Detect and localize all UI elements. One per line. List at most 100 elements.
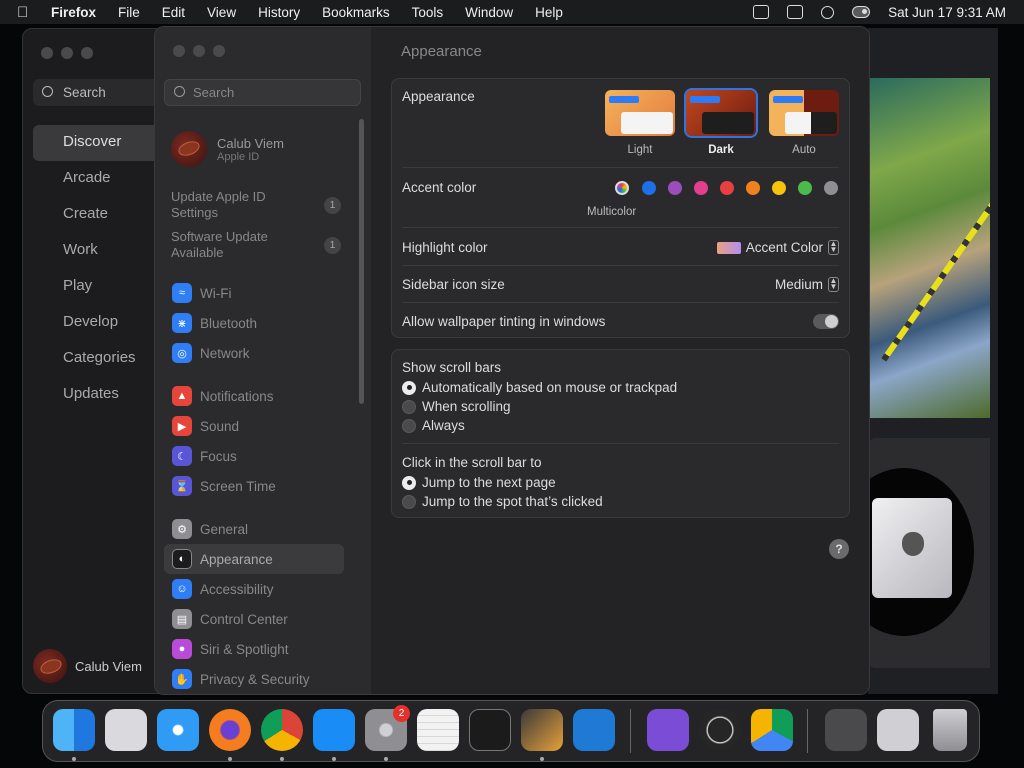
accent-multicolor-swatch[interactable] xyxy=(615,181,629,195)
menu-history[interactable]: History xyxy=(258,5,300,20)
apple-menu-icon[interactable]:  xyxy=(17,4,35,21)
sidebar-item-control-center[interactable]: ▤ Control Center xyxy=(164,604,344,634)
launchpad-icon[interactable] xyxy=(105,709,147,751)
menu-clock[interactable]: Sat Jun 17 9:31 AM xyxy=(888,5,1006,20)
finder-icon[interactable] xyxy=(53,709,95,751)
sidebar-item-general[interactable]: ⚙ General xyxy=(164,514,344,544)
minimize-button[interactable] xyxy=(193,45,205,57)
sidebar-item-bluetooth[interactable]: ⋇ Bluetooth xyxy=(164,308,344,338)
click-option-next-page[interactable]: Jump to the next page xyxy=(402,475,556,490)
minimized-window-1[interactable] xyxy=(825,709,867,751)
google-drive-icon[interactable] xyxy=(751,709,793,751)
click-option-spot-clicked[interactable]: Jump to the spot that’s clicked xyxy=(402,494,603,509)
accent-orange-swatch[interactable] xyxy=(746,181,760,195)
accent-purple-swatch[interactable] xyxy=(668,181,682,195)
highlight-color-popup[interactable]: Accent Color ▲ ▼ xyxy=(716,239,839,255)
sidebar-item-label: General xyxy=(200,521,249,537)
firefox-icon[interactable] xyxy=(209,709,251,751)
divider xyxy=(402,227,839,228)
chevron-up-down-icon: ▲ ▼ xyxy=(828,239,839,255)
avatar xyxy=(171,131,207,167)
screen-recording-icon[interactable] xyxy=(753,5,770,19)
accent-graphite-swatch[interactable] xyxy=(824,181,838,195)
scroll-option-automatic[interactable]: Automatically based on mouse or trackpad xyxy=(402,380,677,395)
close-button[interactable] xyxy=(173,45,185,57)
thumbnail-bar xyxy=(690,96,720,103)
window-controls xyxy=(173,45,225,57)
zoom-button[interactable] xyxy=(81,47,93,59)
sidebar-item-appearance[interactable]: ◐ Appearance xyxy=(164,544,344,574)
display-icon[interactable] xyxy=(787,5,804,19)
accent-blue-swatch[interactable] xyxy=(642,181,656,195)
bluetooth-icon: ⋇ xyxy=(172,313,192,333)
page-title: Appearance xyxy=(401,43,482,60)
minimized-window-2[interactable] xyxy=(877,709,919,751)
radio-label: Always xyxy=(422,418,465,433)
game-artwork[interactable] xyxy=(868,78,990,418)
sidebar-icon-size-label: Sidebar icon size xyxy=(402,277,505,292)
sidebar-icon-size-popup[interactable]: Medium ▲ ▼ xyxy=(775,277,839,292)
minimize-button[interactable] xyxy=(61,47,73,59)
close-button[interactable] xyxy=(41,47,53,59)
running-indicator xyxy=(384,757,388,761)
search-placeholder: Search xyxy=(193,85,235,100)
terminal-icon[interactable] xyxy=(469,709,511,751)
appearance-light-label: Light xyxy=(627,144,653,156)
dock-separator xyxy=(630,709,631,753)
menu-tools[interactable]: Tools xyxy=(412,5,444,20)
textedit-icon[interactable] xyxy=(417,709,459,751)
sidebar-item-sound[interactable]: ▶ Sound xyxy=(164,411,344,441)
menu-bookmarks[interactable]: Bookmarks xyxy=(322,5,390,20)
control-center-icon[interactable] xyxy=(852,6,871,18)
wallpaper-tinting-toggle[interactable] xyxy=(813,314,839,329)
appearance-auto-thumbnail[interactable] xyxy=(769,90,839,136)
accent-red-swatch[interactable] xyxy=(720,181,734,195)
menu-view[interactable]: View xyxy=(207,5,236,20)
thumbnail-bar xyxy=(773,96,803,103)
sidebar-item-accessibility[interactable]: ☺ Accessibility xyxy=(164,574,344,604)
dock: 2 xyxy=(42,700,980,762)
highlight-color-chip xyxy=(716,241,741,254)
notice-software-update[interactable]: Software Update Available 1 xyxy=(171,229,341,261)
apple-id-profile[interactable]: Calub Viem Apple ID xyxy=(171,131,284,167)
app-name-menu[interactable]: Firefox xyxy=(51,5,96,20)
app-store-icon[interactable] xyxy=(313,709,355,751)
chrome-icon[interactable] xyxy=(261,709,303,751)
visual-studio-icon[interactable] xyxy=(647,709,689,751)
menu-help[interactable]: Help xyxy=(535,5,563,20)
globe-icon: ◎ xyxy=(172,343,192,363)
menu-window[interactable]: Window xyxy=(465,5,513,20)
trash-icon[interactable] xyxy=(933,709,967,751)
obs-icon[interactable] xyxy=(699,709,741,751)
sidebar-item-notifications[interactable]: ▲ Notifications xyxy=(164,381,344,411)
accent-yellow-swatch[interactable] xyxy=(772,181,786,195)
sidebar-item-label: Network xyxy=(200,345,250,361)
settings-search-field[interactable]: Search xyxy=(164,79,361,106)
sidebar-item-privacy-security[interactable]: ✋ Privacy & Security xyxy=(164,664,344,694)
sidebar-item-network[interactable]: ◎ Network xyxy=(164,338,344,368)
notice-update-apple-id[interactable]: Update Apple ID Settings 1 xyxy=(171,189,341,221)
scroll-option-when-scrolling[interactable]: When scrolling xyxy=(402,399,511,414)
appearance-light-thumbnail[interactable] xyxy=(605,90,675,136)
help-button[interactable]: ? xyxy=(829,539,849,559)
menu-file[interactable]: File xyxy=(118,5,140,20)
sidebar-item-focus[interactable]: ☾ Focus xyxy=(164,441,344,471)
game-road xyxy=(881,194,990,362)
app-store-account[interactable]: Calub Viem xyxy=(33,649,142,683)
appearance-dark-thumbnail[interactable] xyxy=(686,90,756,136)
settings-notification-badge: 2 xyxy=(393,705,410,722)
menu-edit[interactable]: Edit xyxy=(162,5,185,20)
scroll-option-always[interactable]: Always xyxy=(402,418,465,433)
safari-icon[interactable] xyxy=(157,709,199,751)
profile-subtitle: Apple ID xyxy=(217,150,260,163)
sidebar-item-siri-spotlight[interactable]: ● Siri & Spotlight xyxy=(164,634,344,664)
accent-pink-swatch[interactable] xyxy=(694,181,708,195)
sidebar-item-screen-time[interactable]: ⌛ Screen Time xyxy=(164,471,344,501)
garageband-icon[interactable] xyxy=(521,709,563,751)
sidebar-scrollbar[interactable] xyxy=(359,119,364,404)
zoom-button[interactable] xyxy=(213,45,225,57)
vscode-icon[interactable] xyxy=(573,709,615,751)
accent-green-swatch[interactable] xyxy=(798,181,812,195)
sidebar-item-wifi[interactable]: ≈ Wi-Fi xyxy=(164,278,344,308)
spotlight-search-icon[interactable] xyxy=(821,5,835,19)
